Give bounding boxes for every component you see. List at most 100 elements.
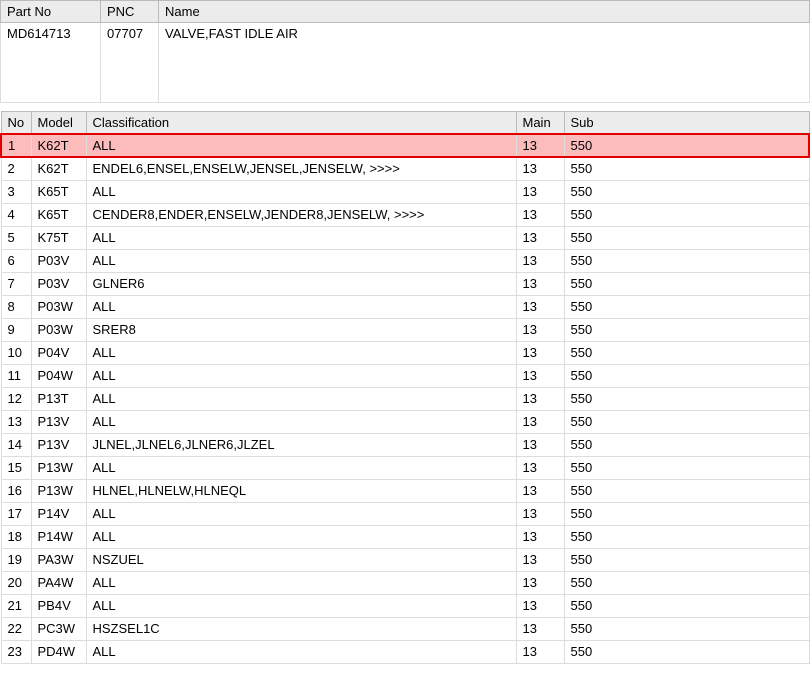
table-row[interactable]: 17P14VALL13550 [1, 502, 809, 525]
cell-model: P03W [31, 295, 86, 318]
cell-model: K62T [31, 134, 86, 157]
header-col-pnc[interactable]: PNC [101, 1, 159, 23]
table-row[interactable]: 16P13WHLNEL,HLNELW,HLNEQL13550 [1, 479, 809, 502]
cell-main: 13 [516, 640, 564, 663]
cell-model: K65T [31, 203, 86, 226]
cell-no: 2 [1, 157, 31, 180]
header-value-pnc: 07707 [101, 23, 159, 103]
col-header-no[interactable]: No [1, 112, 31, 135]
table-row[interactable]: 21PB4VALL13550 [1, 594, 809, 617]
cell-no: 9 [1, 318, 31, 341]
cell-classification: ENDEL6,ENSEL,ENSELW,JENSEL,JENSELW, >>>> [86, 157, 516, 180]
cell-classification: CENDER8,ENDER,ENSELW,JENDER8,JENSELW, >>… [86, 203, 516, 226]
table-row[interactable]: 3K65TALL13550 [1, 180, 809, 203]
cell-main: 13 [516, 226, 564, 249]
table-row[interactable]: 20PA4WALL13550 [1, 571, 809, 594]
cell-main: 13 [516, 525, 564, 548]
header-col-name[interactable]: Name [159, 1, 810, 23]
col-header-model[interactable]: Model [31, 112, 86, 135]
cell-main: 13 [516, 157, 564, 180]
cell-no: 18 [1, 525, 31, 548]
cell-classification: HSZSEL1C [86, 617, 516, 640]
cell-model: P14W [31, 525, 86, 548]
table-row[interactable]: 10P04VALL13550 [1, 341, 809, 364]
header-col-partno[interactable]: Part No [1, 1, 101, 23]
table-row[interactable]: 2K62TENDEL6,ENSEL,ENSELW,JENSEL,JENSELW,… [1, 157, 809, 180]
cell-model: P13V [31, 410, 86, 433]
cell-main: 13 [516, 433, 564, 456]
table-row[interactable]: 18P14WALL13550 [1, 525, 809, 548]
table-row[interactable]: 12P13TALL13550 [1, 387, 809, 410]
cell-no: 17 [1, 502, 31, 525]
cell-main: 13 [516, 249, 564, 272]
cell-model: PA3W [31, 548, 86, 571]
table-row[interactable]: 6P03VALL13550 [1, 249, 809, 272]
table-row[interactable]: 5K75TALL13550 [1, 226, 809, 249]
cell-no: 22 [1, 617, 31, 640]
cell-sub: 550 [564, 456, 809, 479]
table-row[interactable]: 15P13WALL13550 [1, 456, 809, 479]
cell-main: 13 [516, 272, 564, 295]
cell-classification: ALL [86, 134, 516, 157]
cell-model: PC3W [31, 617, 86, 640]
cell-model: P03V [31, 249, 86, 272]
cell-no: 5 [1, 226, 31, 249]
cell-main: 13 [516, 502, 564, 525]
cell-no: 14 [1, 433, 31, 456]
table-row[interactable]: 1K62TALL13550 [1, 134, 809, 157]
table-row[interactable]: 22PC3WHSZSEL1C13550 [1, 617, 809, 640]
table-row[interactable]: 13P13VALL13550 [1, 410, 809, 433]
col-header-main[interactable]: Main [516, 112, 564, 135]
cell-sub: 550 [564, 410, 809, 433]
part-header-table: Part No PNC Name MD614713 07707 VALVE,FA… [0, 0, 810, 103]
table-row[interactable]: 4K65TCENDER8,ENDER,ENSELW,JENDER8,JENSEL… [1, 203, 809, 226]
cell-model: K65T [31, 180, 86, 203]
table-row[interactable]: 14P13VJLNEL,JLNEL6,JLNER6,JLZEL13550 [1, 433, 809, 456]
cell-main: 13 [516, 364, 564, 387]
cell-no: 4 [1, 203, 31, 226]
cell-model: K75T [31, 226, 86, 249]
cell-main: 13 [516, 318, 564, 341]
cell-model: P13W [31, 479, 86, 502]
cell-model: PA4W [31, 571, 86, 594]
table-row[interactable]: 8P03WALL13550 [1, 295, 809, 318]
table-row[interactable]: 7P03VGLNER613550 [1, 272, 809, 295]
table-row[interactable]: 19PA3WNSZUEL13550 [1, 548, 809, 571]
cell-sub: 550 [564, 525, 809, 548]
cell-main: 13 [516, 180, 564, 203]
cell-no: 6 [1, 249, 31, 272]
cell-sub: 550 [564, 318, 809, 341]
cell-classification: ALL [86, 226, 516, 249]
classification-table: No Model Classification Main Sub 1K62TAL… [0, 111, 810, 664]
cell-no: 3 [1, 180, 31, 203]
cell-classification: GLNER6 [86, 272, 516, 295]
cell-model: P13W [31, 456, 86, 479]
cell-sub: 550 [564, 295, 809, 318]
cell-sub: 550 [564, 180, 809, 203]
cell-model: PD4W [31, 640, 86, 663]
cell-main: 13 [516, 410, 564, 433]
cell-classification: JLNEL,JLNEL6,JLNER6,JLZEL [86, 433, 516, 456]
table-row[interactable]: 23PD4WALL13550 [1, 640, 809, 663]
table-row[interactable]: 9P03WSRER813550 [1, 318, 809, 341]
cell-no: 15 [1, 456, 31, 479]
cell-main: 13 [516, 387, 564, 410]
cell-classification: ALL [86, 594, 516, 617]
cell-model: P14V [31, 502, 86, 525]
header-value-name: VALVE,FAST IDLE AIR [159, 23, 810, 103]
col-header-classification[interactable]: Classification [86, 112, 516, 135]
cell-no: 1 [1, 134, 31, 157]
header-value-partno: MD614713 [1, 23, 101, 103]
col-header-sub[interactable]: Sub [564, 112, 809, 135]
cell-main: 13 [516, 548, 564, 571]
cell-no: 8 [1, 295, 31, 318]
cell-model: P03V [31, 272, 86, 295]
header-values-row[interactable]: MD614713 07707 VALVE,FAST IDLE AIR [1, 23, 810, 103]
cell-classification: ALL [86, 295, 516, 318]
cell-main: 13 [516, 479, 564, 502]
cell-classification: NSZUEL [86, 548, 516, 571]
cell-main: 13 [516, 341, 564, 364]
table-row[interactable]: 11P04WALL13550 [1, 364, 809, 387]
cell-no: 21 [1, 594, 31, 617]
cell-classification: ALL [86, 180, 516, 203]
